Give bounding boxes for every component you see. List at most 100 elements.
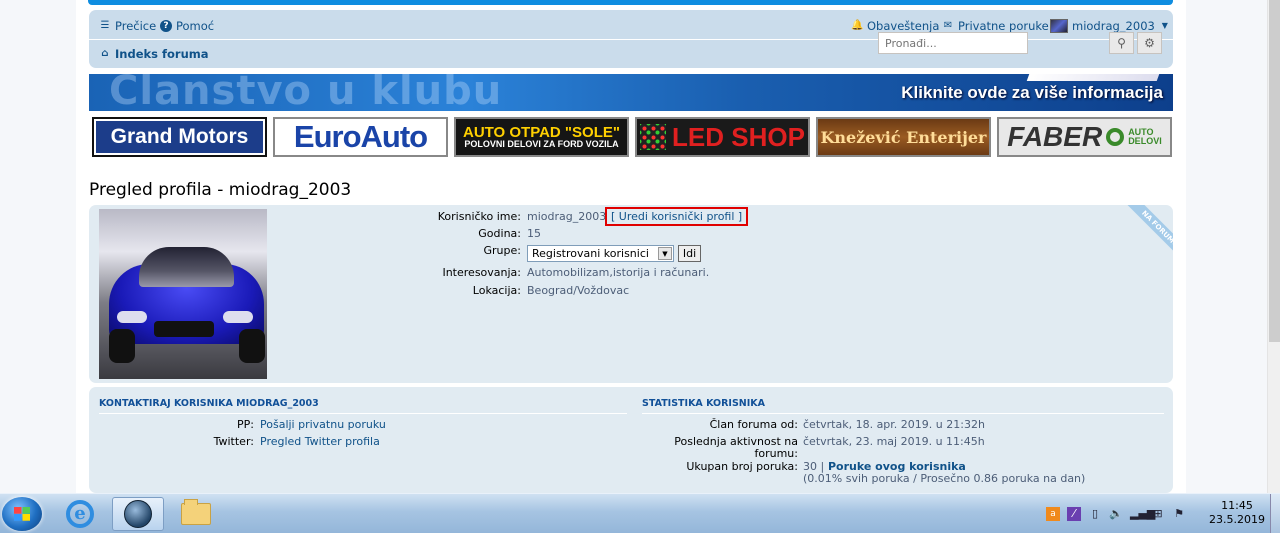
internet-explorer-icon: e — [66, 500, 94, 528]
pp-label: PP: — [237, 418, 254, 431]
taskbar-browser-active[interactable] — [112, 497, 164, 531]
member-since-label: Član foruma od: — [709, 418, 798, 431]
home-icon: ⌂ — [101, 48, 109, 59]
action-center-flag-icon[interactable]: ⚑ — [1172, 507, 1186, 521]
windows-update-icon[interactable]: ⊞ — [1151, 507, 1165, 521]
quick-links-label: Prečice — [115, 19, 157, 33]
membership-banner[interactable]: Članstvo u klubu Kliknite ovde za više i… — [89, 74, 1173, 111]
forum-index-link[interactable]: ⌂ Indeks foruma — [99, 47, 209, 61]
pen-tablet-icon[interactable]: ⁄ — [1067, 507, 1081, 521]
ad-faber[interactable]: FABER AUTO DELOVI — [997, 117, 1172, 157]
volume-icon[interactable]: 🔈 — [1109, 507, 1123, 521]
ad-auto-otpad-subtitle: POLOVNI DELOVI ZA FORD VOZILA — [464, 139, 619, 149]
scrollbar-thumb[interactable] — [1269, 0, 1280, 342]
avatar-car-wheel-right — [239, 329, 265, 363]
private-messages-label: Privatne poruke — [958, 19, 1049, 33]
profile-avatar — [99, 209, 267, 379]
search-button[interactable]: ⚲ — [1109, 32, 1134, 54]
ad-faber-sub: AUTO DELOVI — [1128, 128, 1162, 146]
twitter-label: Twitter: — [213, 435, 254, 448]
advanced-search-button[interactable]: ⚙ — [1137, 32, 1162, 54]
user-menu-label: miodrag_2003 — [1072, 19, 1155, 33]
ad-auto-otpad-sole[interactable]: AUTO OTPAD "SOLE" POLOVNI DELOVI ZA FORD… — [454, 117, 629, 157]
contact-divider — [99, 413, 627, 414]
last-activity-value: četvrtak, 23. maj 2019. u 11:45h — [803, 435, 985, 448]
usb-device-icon[interactable]: ▯ — [1088, 507, 1102, 521]
ad-knezevic-enterijer[interactable]: Knežević Enterijer — [816, 117, 991, 157]
ad-faber-sub2: DELOVI — [1128, 136, 1162, 146]
led-dots-icon — [640, 124, 667, 150]
notifications-link[interactable]: 🔔 Obaveštenja — [851, 19, 939, 33]
search-input[interactable] — [878, 32, 1028, 54]
ad-led-shop[interactable]: LED SHOP — [635, 117, 810, 157]
stats-divider — [642, 413, 1164, 414]
private-messages-link[interactable]: ✉ Privatne poruke — [942, 19, 1049, 33]
send-pm-link[interactable]: Pošalji privatnu poruku — [260, 418, 386, 431]
location-label: Lokacija: — [472, 284, 521, 297]
clock-time: 11:45 — [1221, 499, 1253, 512]
avatar-car-grille — [154, 321, 214, 337]
gear-logo-icon — [1106, 128, 1125, 146]
interests-value: Automobilizam,istorija i računari. — [527, 266, 710, 279]
avatar-car-headlight-right — [223, 311, 253, 323]
sponsor-ads: Grand Motors EuroAuto AUTO OTPAD "SOLE" … — [92, 117, 1172, 157]
online-ribbon-label: NA FORUMU — [1123, 205, 1173, 265]
page-scrollbar[interactable] — [1267, 0, 1280, 493]
banner-title: Članstvo u klubu — [109, 74, 503, 111]
taskbar-file-explorer[interactable] — [170, 497, 222, 531]
ad-knezevic-label: Knežević Enterijer — [820, 127, 987, 147]
forum-index-label: Indeks foruma — [115, 47, 209, 61]
username-label: Korisničko ime: — [437, 210, 521, 223]
chevron-down-icon: ▼ — [658, 247, 672, 260]
windows-taskbar: e a ⁄ ▯ 🔈 ▂▄▆ ⊞ ⚑ 11:45 23.5.2019 — [0, 493, 1280, 533]
help-link[interactable]: ? Pomoć — [160, 19, 214, 33]
contact-heading: KONTAKTIRAJ KORISNIKA MIODRAG_2003 — [99, 398, 319, 409]
help-label: Pomoć — [176, 19, 215, 33]
show-desktop-button[interactable] — [1270, 494, 1280, 533]
edit-profile-link[interactable]: [ Uredi korisnički profil ] — [605, 207, 749, 226]
ad-auto-otpad-title: AUTO OTPAD "SOLE" — [462, 124, 620, 141]
avatar-car-headlight-left — [117, 311, 147, 323]
banner-cta: Kliknite ovde za više informacija — [901, 83, 1163, 102]
bell-icon: 🔔 — [851, 20, 864, 31]
age-value: 15 — [527, 227, 541, 240]
groups-label: Grupe: — [483, 244, 521, 257]
last-activity-label-line2: forumu: — [754, 447, 799, 460]
page-title: Pregled profila - miodrag_2003 — [89, 180, 352, 200]
avatar-car-windshield — [139, 247, 234, 287]
ad-led-shop-label: LED SHOP — [672, 121, 805, 152]
groups-select[interactable]: Registrovani korisnici ▼ — [527, 245, 674, 262]
inbox-icon: ✉ — [943, 20, 953, 31]
twitter-profile-link[interactable]: Pregled Twitter profila — [260, 435, 380, 448]
posts-statistics-detail: (0.01% svih poruka / Prosečno 0.86 poruk… — [803, 472, 1086, 485]
interests-label: Interesovanja: — [442, 266, 521, 279]
avast-icon[interactable]: a — [1046, 507, 1060, 521]
member-since-value: četvrtak, 18. apr. 2019. u 21:32h — [803, 418, 985, 431]
ad-grand-motors[interactable]: Grand Motors — [92, 117, 267, 157]
system-tray: a ⁄ ▯ 🔈 ▂▄▆ ⊞ ⚑ — [1046, 494, 1186, 533]
search-icon: ⚲ — [1117, 36, 1126, 50]
user-avatar-mini — [1050, 19, 1068, 33]
signal-strength-icon[interactable]: ▂▄▆ — [1130, 507, 1155, 521]
folder-icon — [181, 499, 211, 525]
globe-icon — [124, 500, 152, 528]
groups-select-value: Registrovani korisnici — [532, 247, 649, 260]
clock-date: 23.5.2019 — [1209, 513, 1265, 526]
username-value: miodrag_2003 — [527, 210, 607, 223]
user-menu[interactable]: miodrag_2003 ▼ — [1050, 19, 1171, 33]
menu-bars-icon: ☰ — [100, 20, 110, 31]
go-button[interactable]: Idi — [678, 245, 701, 262]
quick-links-menu[interactable]: ☰ Prečice — [99, 19, 157, 33]
top-accent-bar — [88, 0, 1173, 5]
start-button[interactable] — [2, 497, 42, 531]
ad-grand-motors-label: Grand Motors — [110, 125, 249, 148]
banner-decoration — [1026, 74, 1160, 81]
ad-faber-label: FABER — [1007, 121, 1103, 152]
taskbar-clock[interactable]: 11:45 23.5.2019 — [1206, 499, 1268, 527]
caret-down-icon: ▼ — [1161, 21, 1168, 30]
stats-heading: STATISTIKA KORISNIKA — [642, 398, 765, 409]
online-ribbon: NA FORUMU — [1113, 205, 1173, 265]
ad-euroauto[interactable]: EuroAuto — [273, 117, 448, 157]
location-value: Beograd/Voždovac — [527, 284, 630, 297]
taskbar-internet-explorer[interactable]: e — [54, 497, 106, 531]
